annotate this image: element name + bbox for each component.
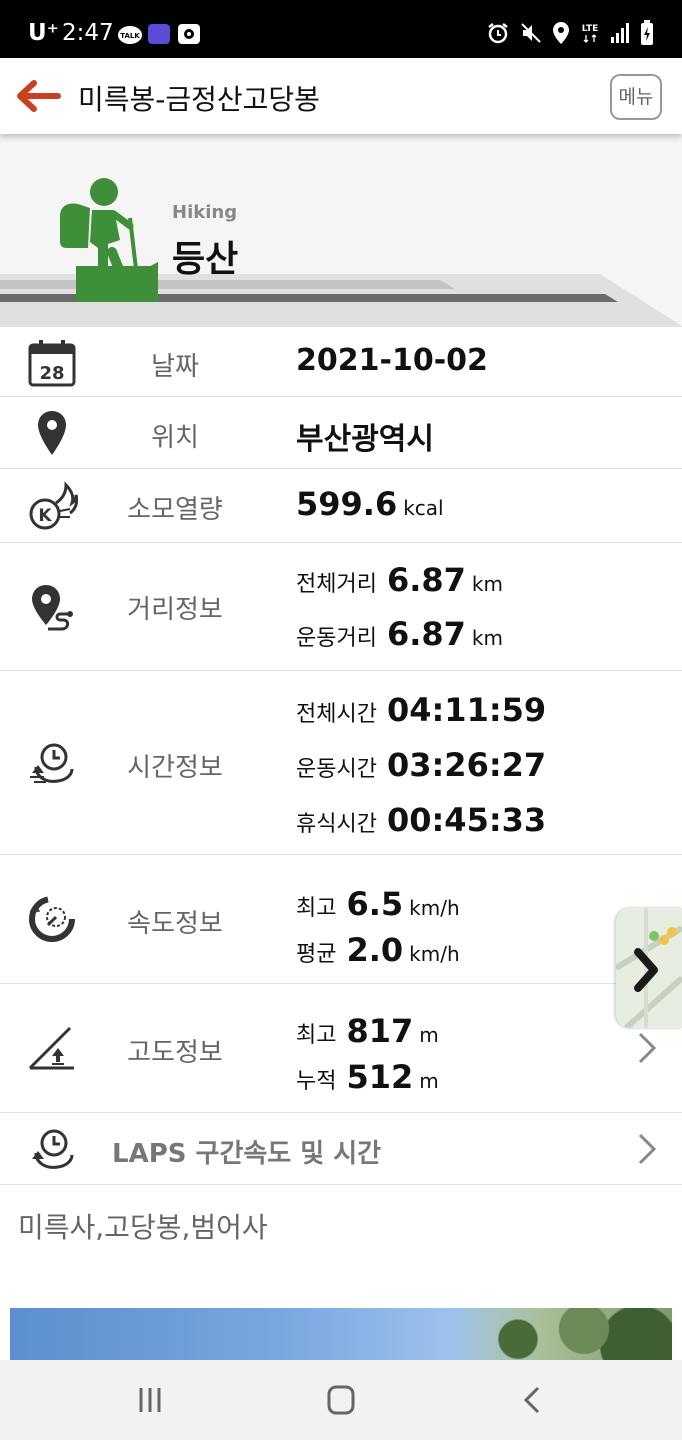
back-nav-icon[interactable]	[512, 1382, 552, 1418]
rest-time-value: 00:45:33	[386, 801, 547, 839]
home-icon[interactable]	[321, 1382, 361, 1418]
app-bar: 미륵봉-금정산고당봉 메뉴	[0, 58, 682, 134]
max-speed-key: 최고	[296, 896, 337, 921]
cumulative-altitude-unit: m	[419, 1069, 439, 1093]
max-altitude-unit: m	[419, 1023, 439, 1047]
max-speed-unit: km/h	[409, 896, 460, 920]
calories-row: K 소모열량 599.6 kcal	[0, 469, 682, 543]
moving-time-key: 운동시간	[296, 757, 377, 782]
total-time-value: 04:11:59	[386, 691, 547, 729]
back-arrow-icon	[17, 80, 61, 112]
menu-button[interactable]: 메뉴	[610, 74, 662, 120]
cumulative-altitude-value: 512	[346, 1058, 414, 1096]
time-row: 시간정보 전체시간 04:11:59 운동시간 03:26:27 휴식시간 00:45…	[0, 671, 682, 855]
back-button[interactable]	[12, 76, 62, 116]
calendar-icon: 28	[28, 340, 76, 387]
max-altitude-key: 최고	[296, 1023, 337, 1048]
signal-icon	[611, 23, 629, 43]
speed-row[interactable]: 속도정보 최고 6.5 km/h 평균 2.0 km/h	[0, 855, 682, 984]
max-speed-value: 6.5	[346, 885, 404, 923]
calories-number: 599.6	[296, 485, 398, 523]
svg-text:K: K	[38, 506, 52, 526]
activity-subtitle: Hiking	[172, 202, 238, 223]
status-bar: U⁺ 2:47 TALK LTE	[0, 0, 682, 58]
total-distance: 전체거리 6.87 km	[296, 561, 503, 599]
activity-title: 등산	[172, 239, 239, 280]
chat-icon	[148, 24, 170, 44]
mute-vibrate-icon	[521, 23, 541, 43]
activity-photo[interactable]	[10, 1308, 672, 1360]
chevron-right-icon	[638, 1133, 657, 1165]
distance-label: 거리정보	[127, 595, 223, 625]
carrier-label: U⁺	[28, 20, 59, 46]
location-row: 위치 부산광역시	[0, 397, 682, 469]
avg-speed: 평균 2.0 km/h	[296, 931, 460, 969]
location-pin-icon	[38, 411, 66, 455]
location-value: 부산광역시	[296, 422, 434, 457]
alarm-icon	[488, 23, 508, 44]
max-speed: 최고 6.5 km/h	[296, 885, 460, 923]
total-time: 전체시간 04:11:59	[296, 691, 546, 729]
svg-text:LTE: LTE	[582, 24, 599, 34]
calories-unit: kcal	[403, 496, 444, 520]
cumulative-altitude: 누적 512 m	[296, 1058, 439, 1096]
distance-row: 거리정보 전체거리 6.87 km 운동거리 6.87 km	[0, 543, 682, 671]
avg-speed-value: 2.0	[346, 931, 404, 969]
activity-header: Hiking 등산	[0, 134, 682, 326]
total-distance-unit: km	[471, 572, 503, 596]
moving-distance-unit: km	[471, 626, 503, 650]
date-row: 28 날짜 2021-10-02	[0, 326, 682, 397]
avg-speed-unit: km/h	[409, 942, 460, 966]
moving-time: 운동시간 03:26:27	[296, 746, 546, 784]
laps-label: LAPS 구간속도 및 시간	[112, 1139, 382, 1169]
status-icons: LTE	[486, 20, 654, 46]
svg-text:TALK: TALK	[120, 32, 140, 40]
hiker-icon	[60, 178, 158, 302]
talk-icon: TALK	[118, 26, 142, 44]
chevron-right-icon	[638, 1032, 657, 1064]
moving-time-value: 03:26:27	[386, 746, 547, 784]
recent-apps-icon[interactable]	[130, 1382, 170, 1418]
date-label: 날짜	[151, 352, 199, 382]
app-icon	[178, 24, 200, 44]
laps-row[interactable]: LAPS 구간속도 및 시간	[0, 1113, 682, 1185]
location-label: 위치	[151, 423, 199, 453]
altitude-icon	[28, 1026, 74, 1070]
svg-text:28: 28	[39, 363, 64, 384]
max-altitude-value: 817	[346, 1012, 414, 1050]
calories-value: 599.6 kcal	[296, 485, 444, 523]
laps-clock-icon	[32, 1129, 74, 1169]
date-value: 2021-10-02	[296, 343, 488, 378]
cumulative-altitude-key: 누적	[296, 1069, 337, 1094]
moving-distance: 운동거리 6.87 km	[296, 615, 503, 653]
clock-icon	[30, 743, 74, 783]
route-icon	[32, 585, 73, 631]
memo-text: 미륵사,고당봉,범어사	[18, 1211, 268, 1244]
time-label: 시간정보	[127, 753, 223, 783]
rest-time: 휴식시간 00:45:33	[296, 801, 546, 839]
total-time-key: 전체시간	[296, 702, 377, 727]
location-icon	[553, 22, 569, 44]
altitude-label: 고도정보	[127, 1038, 223, 1068]
calories-label: 소모열량	[127, 495, 223, 525]
map-thumbnail-button[interactable]	[616, 908, 682, 1028]
photo-trees	[452, 1308, 672, 1360]
status-time: 2:47	[62, 20, 114, 46]
speedometer-icon	[29, 896, 75, 942]
speed-label: 속도정보	[127, 909, 223, 939]
lte-icon: LTE	[582, 24, 599, 43]
page-title: 미륵봉-금정산고당봉	[78, 83, 320, 116]
altitude-row[interactable]: 고도정보 최고 817 m 누적 512 m	[0, 984, 682, 1113]
map-thumbnail	[616, 908, 682, 1028]
system-nav-bar	[0, 1360, 682, 1440]
total-distance-key: 전체거리	[296, 572, 377, 597]
moving-distance-value: 6.87	[386, 615, 466, 653]
total-distance-value: 6.87	[386, 561, 466, 599]
rest-time-key: 휴식시간	[296, 812, 377, 837]
calorie-icon: K	[29, 481, 78, 530]
max-altitude: 최고 817 m	[296, 1012, 439, 1050]
battery-charging-icon	[641, 20, 653, 45]
avg-speed-key: 평균	[296, 942, 337, 967]
moving-distance-key: 운동거리	[296, 626, 377, 651]
